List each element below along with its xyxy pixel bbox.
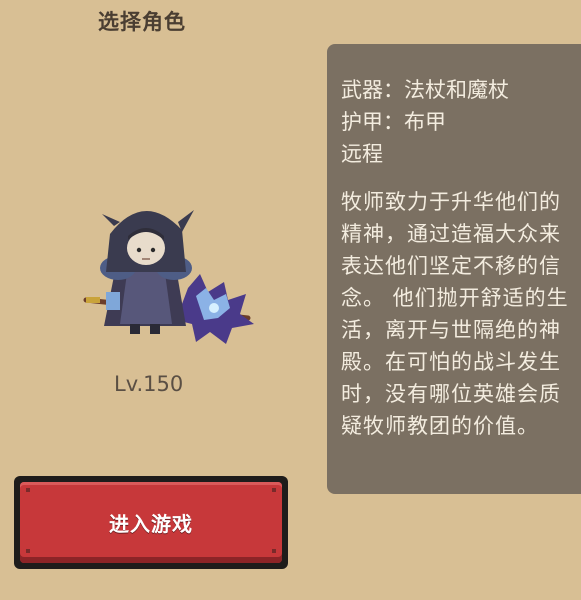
character-level: Lv.150 [114, 372, 184, 396]
weapon-info: 武器：法杖和魔杖 [341, 78, 509, 102]
enter-game-label: 进入游戏 [109, 512, 193, 536]
page-title: 选择角色 [98, 10, 186, 34]
priest-character-icon [83, 210, 254, 344]
armor-info: 护甲：布甲 [341, 110, 446, 134]
character-sprite[interactable] [78, 196, 258, 356]
enter-game-button[interactable]: 进入游戏 [20, 482, 282, 563]
range-info: 远程 [341, 142, 383, 166]
character-info-panel: 武器：法杖和魔杖 护甲：布甲 远程 牧师致力于升华他们的精神，通过造福大众来表达… [327, 44, 581, 494]
enter-game-button-frame: 进入游戏 [14, 476, 288, 569]
class-description: 牧师致力于升华他们的精神，通过造福大众来表达他们坚定不移的信念。 他们抛开舒适的… [341, 190, 569, 438]
